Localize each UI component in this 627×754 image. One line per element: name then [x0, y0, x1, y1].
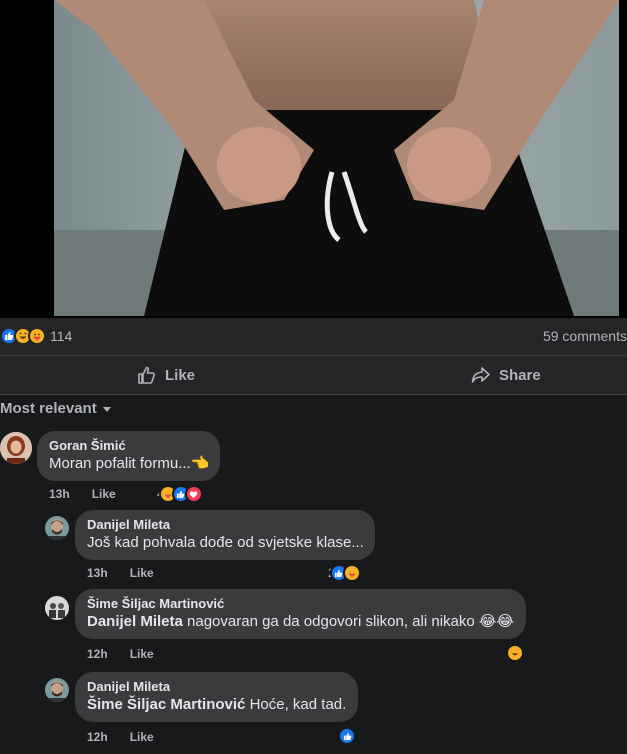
share-button[interactable]: Share: [471, 356, 541, 394]
comment-item: Goran Šimić Moran pofalit formu...👈 13h …: [0, 430, 627, 510]
comment-body: Hoće, kad tad.: [245, 696, 347, 713]
comment-reactions[interactable]: 2: [328, 564, 361, 582]
comment-meta: 12h Like: [87, 647, 154, 661]
comment-text: Još kad pohvala dođe od svjetske klase..…: [87, 534, 364, 551]
post-stats-bar: 114 59 comments: [0, 318, 627, 356]
reply-item: Danijel Mileta Još kad pohvala dođe od s…: [0, 510, 627, 590]
post-photo-area: [0, 0, 627, 318]
share-icon: [471, 367, 490, 383]
comment-meta: 12h Like: [87, 730, 154, 744]
post-actions-bar: Like Share: [0, 356, 627, 395]
comment-text: Danijel Mileta nagovaran ga da odgovori …: [87, 612, 514, 632]
comment-text: Moran pofalit formu...👈: [49, 455, 210, 472]
comment-bubble: Šime Šiljac Martinović Danijel Mileta na…: [75, 589, 526, 639]
caret-down-icon: [102, 406, 111, 412]
haha-reaction-icon: [506, 644, 524, 662]
care-reaction-icon: [342, 564, 361, 582]
avatar[interactable]: [45, 678, 69, 702]
like-reaction-icon: [338, 727, 356, 745]
comment-bubble: Danijel Mileta Šime Šiljac Martinović Ho…: [75, 672, 358, 722]
comment-reactions[interactable]: 4: [157, 485, 203, 503]
comment-reactions[interactable]: [338, 727, 356, 745]
comment-meta: 13h Like: [49, 487, 116, 501]
comment-count-link[interactable]: 59 comments: [543, 328, 627, 344]
share-button-label: Share: [499, 366, 541, 384]
mention-link[interactable]: Danijel Mileta: [87, 613, 183, 630]
comment-bubble: Danijel Mileta Još kad pohvala dođe od s…: [75, 510, 375, 560]
post-photo[interactable]: [54, 0, 619, 316]
comment-like-link[interactable]: Like: [130, 647, 154, 661]
comment-sort-dropdown[interactable]: Most relevant: [0, 400, 113, 417]
comment-text: Šime Šiljac Martinović Hoće, kad tad.: [87, 695, 346, 715]
love-reaction-icon: [184, 485, 203, 503]
comment-time[interactable]: 12h: [87, 647, 108, 661]
comment-time[interactable]: 12h: [87, 730, 108, 744]
like-button[interactable]: Like: [137, 356, 195, 394]
comment-body: nagovaran ga da odgovori slikon, ali nik…: [182, 613, 514, 630]
care-reaction-icon: [28, 327, 46, 345]
comment-author[interactable]: Šime Šiljac Martinović: [87, 596, 514, 612]
avatar[interactable]: [0, 432, 32, 464]
comment-author[interactable]: Goran Šimić: [49, 438, 208, 454]
mention-link[interactable]: Šime Šiljac Martinović: [87, 696, 245, 713]
reply-item: Danijel Mileta Šime Šiljac Martinović Ho…: [0, 672, 627, 754]
comment-bubble: Goran Šimić Moran pofalit formu...👈: [37, 431, 220, 481]
comment-like-link[interactable]: Like: [130, 566, 154, 580]
post-image: [54, 0, 619, 316]
comment-like-link[interactable]: Like: [130, 730, 154, 744]
reaction-count: 114: [50, 328, 73, 344]
comment-author[interactable]: Danijel Mileta: [87, 517, 363, 533]
thumbs-up-icon: [138, 366, 155, 384]
sort-label: Most relevant: [0, 400, 97, 417]
comment-like-link[interactable]: Like: [92, 487, 116, 501]
avatar[interactable]: [45, 516, 69, 540]
like-button-label: Like: [165, 366, 196, 384]
comment-time[interactable]: 13h: [49, 487, 70, 501]
comment-reactions[interactable]: [506, 644, 524, 662]
avatar[interactable]: [45, 596, 69, 620]
comment-author[interactable]: Danijel Mileta: [87, 679, 346, 695]
reactions-summary[interactable]: 114: [0, 327, 72, 345]
reply-item: Šime Šiljac Martinović Danijel Mileta na…: [0, 589, 627, 671]
comment-time[interactable]: 13h: [87, 566, 108, 580]
comment-meta: 13h Like: [87, 566, 154, 580]
